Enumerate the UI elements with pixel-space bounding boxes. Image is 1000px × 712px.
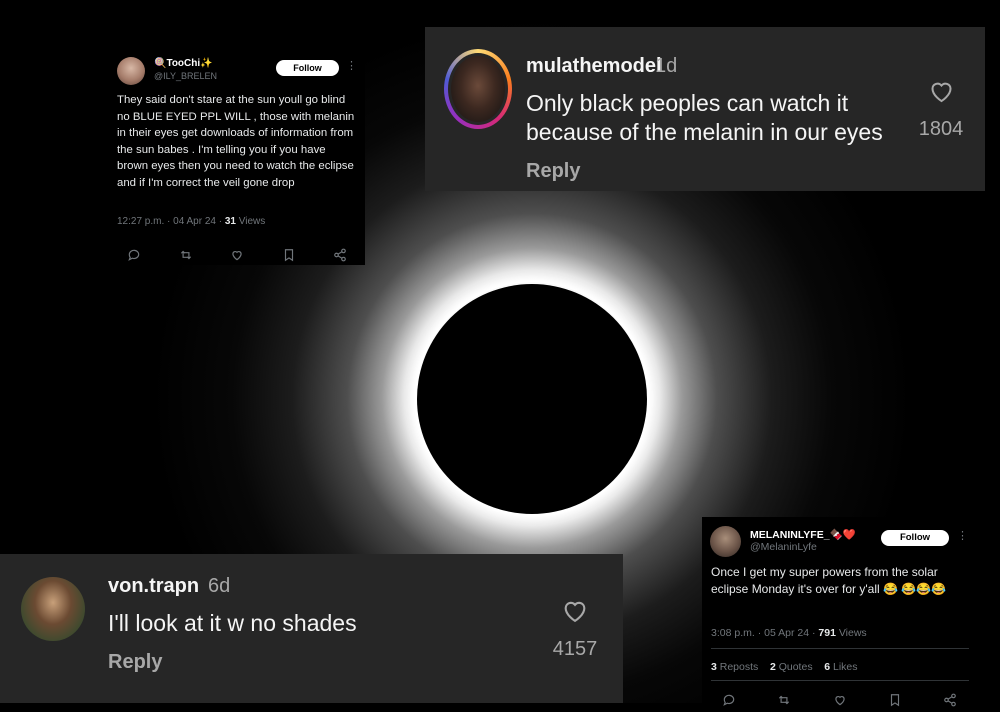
divider (711, 648, 969, 649)
share-icon[interactable] (943, 693, 957, 707)
tweet-author-handle[interactable]: @MelaninLyfe (750, 541, 817, 553)
tweet-text: They said don't stare at the sun youll g… (117, 94, 355, 189)
share-icon[interactable] (333, 248, 347, 262)
reply-button[interactable]: Reply (526, 160, 580, 183)
tweet-timestamp: 3:08 p.m. · 05 Apr 24 · (711, 627, 819, 639)
like-count: 4157 (552, 638, 598, 660)
heart-icon[interactable] (561, 597, 589, 630)
tweet-stats: 3 Reposts 2 Quotes 6 Likes (711, 661, 858, 673)
more-icon[interactable]: ⋮ (346, 59, 357, 72)
retweet-icon[interactable] (179, 248, 193, 262)
likes-stat[interactable]: 6 Likes (824, 661, 857, 673)
quotes-label: Quotes (775, 661, 813, 673)
reply-button[interactable]: Reply (108, 651, 162, 674)
like-icon[interactable] (230, 248, 244, 262)
divider (711, 680, 969, 681)
avatar[interactable] (710, 526, 741, 557)
tweet-author-name[interactable]: 🍭TooChi✨ (154, 58, 213, 69)
views-label: Views (235, 216, 266, 227)
comment-card-mulathemodel: mulathemodel 1d Only black peoples can w… (425, 27, 985, 191)
comment-text: Only black peoples can watch it because … (526, 90, 883, 145)
tweet-card-melaninlyfe: MELANINLYFE_🍫❤️ @MelaninLyfe Follow ⋮ On… (702, 517, 976, 707)
follow-button[interactable]: Follow (881, 530, 949, 546)
comment-username[interactable]: mulathemodel (526, 55, 662, 78)
follow-button[interactable]: Follow (276, 60, 339, 76)
comment-age: 6d (208, 575, 231, 597)
comment-card-vontrapn: von.trapn 6d I'll look at it w no shades… (0, 554, 623, 703)
tweet-timestamp: 12:27 p.m. · 04 Apr 24 · (117, 216, 225, 227)
avatar[interactable] (117, 57, 145, 85)
views-count: 31 (224, 216, 236, 227)
reply-icon[interactable] (722, 693, 736, 707)
tweet-card-toochi: 🍭TooChi✨ @ILY_BRELEN Follow ⋮ They said … (110, 50, 365, 265)
more-icon[interactable]: ⋮ (957, 529, 968, 542)
tweet-text: Once I get my super powers from the sola… (711, 565, 947, 596)
avatar[interactable] (21, 577, 85, 641)
like-icon[interactable] (833, 693, 847, 707)
tweet-author-handle[interactable]: @ILY_BRELEN (154, 71, 217, 81)
bookmark-icon[interactable] (282, 248, 296, 262)
eclipse-moon (417, 284, 647, 514)
reposts-label: Reposts (716, 661, 759, 673)
reposts-stat[interactable]: 3 Reposts (711, 661, 758, 673)
like-count: 1804 (918, 118, 964, 140)
comment-age: 1d (655, 55, 678, 77)
tweet-meta: 12:27 p.m. · 04 Apr 24 · 31 Views (117, 216, 265, 227)
avatar-photo (451, 56, 505, 122)
comment-text: I'll look at it w no shades (108, 610, 357, 636)
retweet-icon[interactable] (777, 693, 791, 707)
likes-label: Likes (830, 661, 858, 673)
views-count: 791 (818, 627, 836, 639)
comment-username[interactable]: von.trapn (108, 575, 199, 598)
tweet-author-name[interactable]: MELANINLYFE_🍫❤️ (750, 528, 856, 541)
quotes-stat[interactable]: 2 Quotes (770, 661, 813, 673)
tweet-actions (127, 248, 347, 262)
reply-icon[interactable] (127, 248, 141, 262)
views-label: Views (835, 627, 867, 639)
tweet-meta: 3:08 p.m. · 05 Apr 24 · 791 Views (711, 627, 867, 639)
tweet-actions (722, 693, 957, 707)
heart-icon[interactable] (928, 78, 955, 110)
bookmark-icon[interactable] (888, 693, 902, 707)
